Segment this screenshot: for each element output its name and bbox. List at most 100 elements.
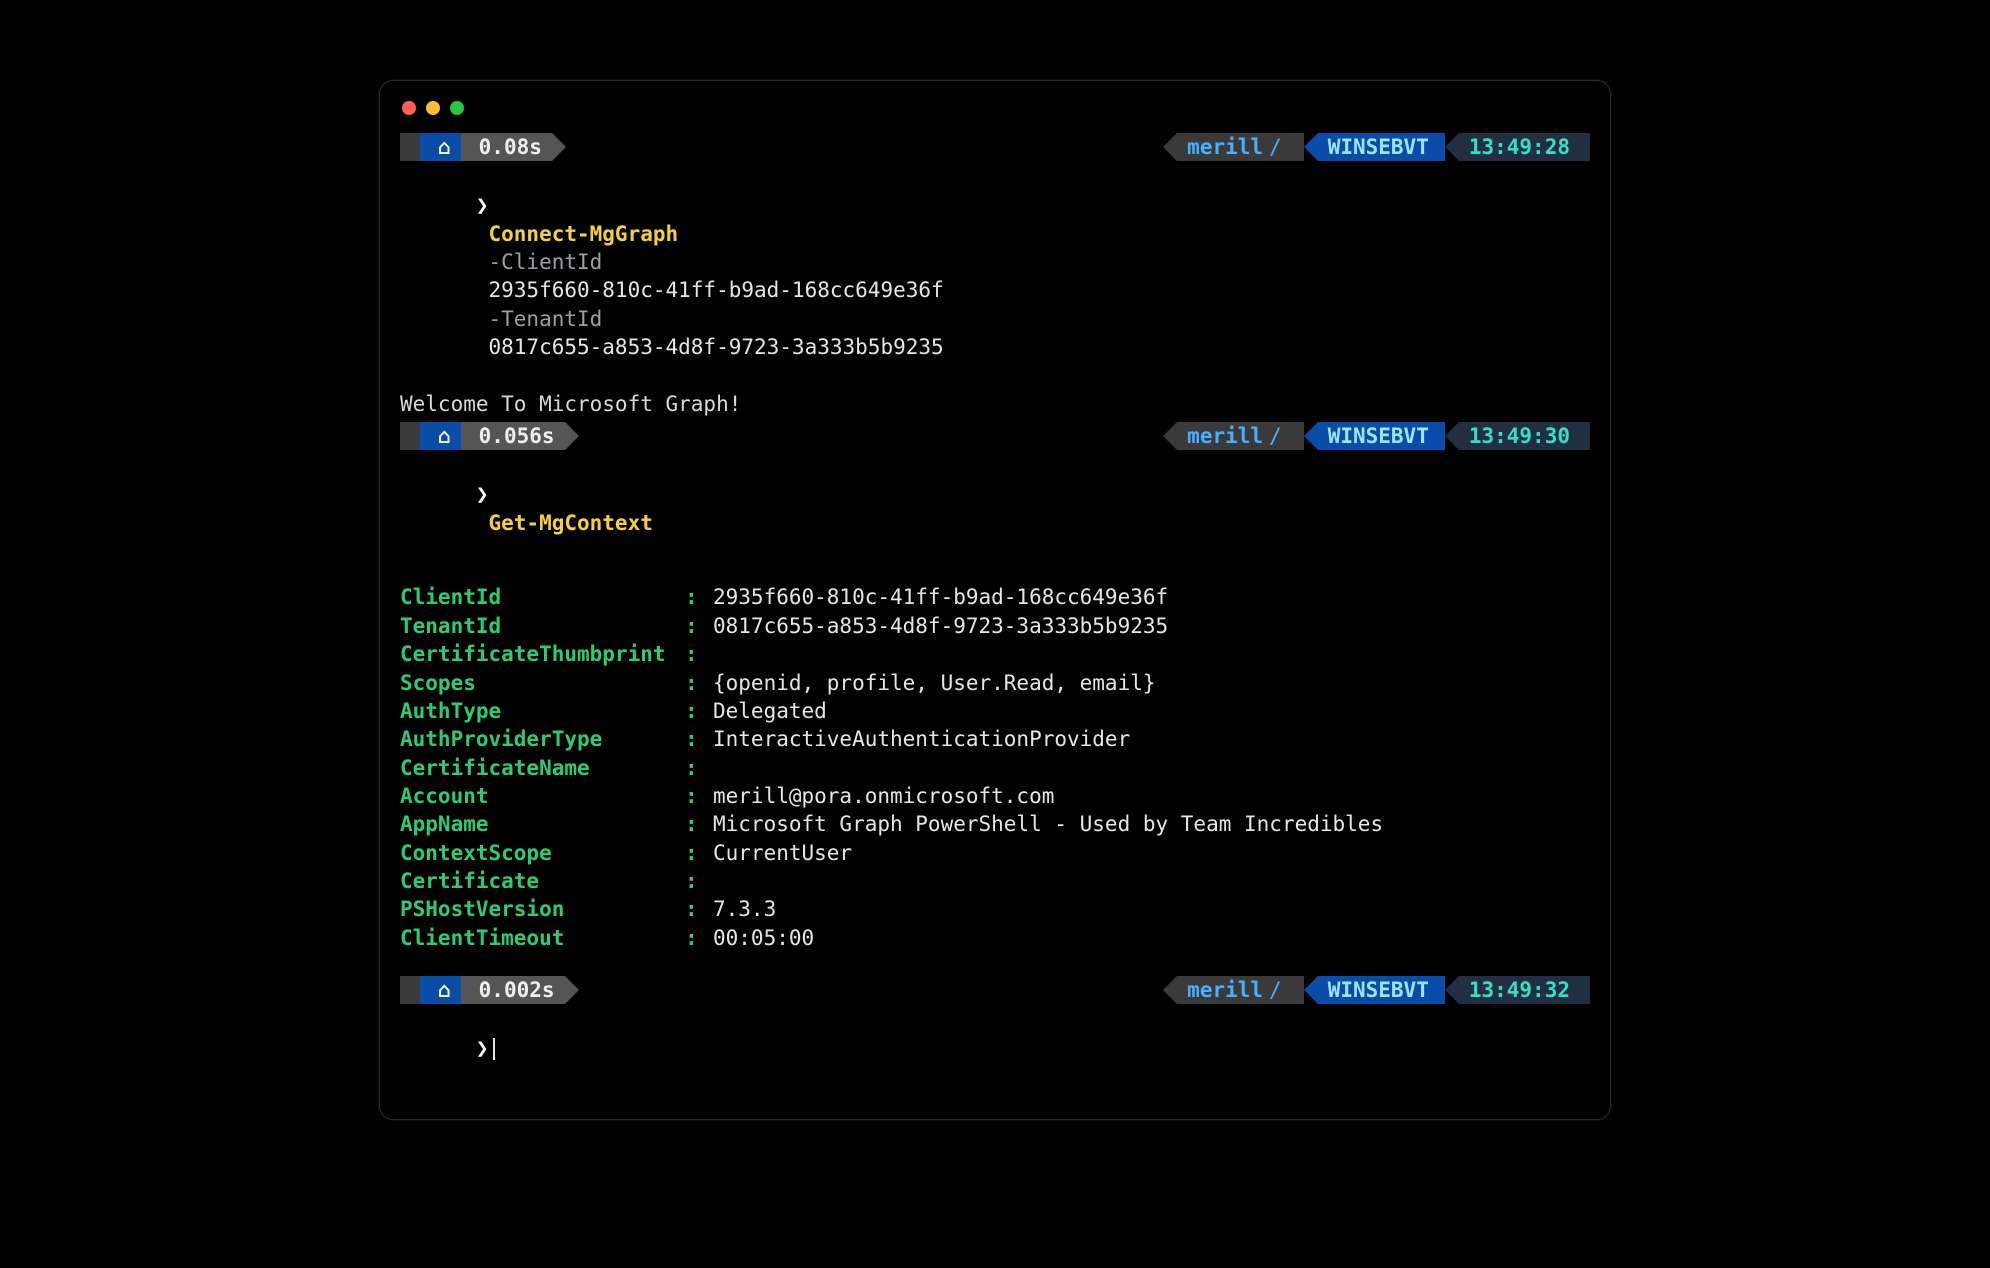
context-row: ClientId:2935f660-810c-41ff-b9ad-168cc64… <box>400 583 1590 611</box>
terminal-window[interactable]: ⌂ 0.08s merill / WINSEBVT 13:49:28 ❯ Con… <box>379 80 1611 1120</box>
command-arg: 2935f660-810c-41ff-b9ad-168cc649e36f <box>476 278 944 302</box>
context-key: ClientId <box>400 583 685 611</box>
command-flag: -ClientId <box>476 250 602 274</box>
os-segment <box>400 976 420 1004</box>
duration-segment: 0.056s <box>461 422 565 450</box>
command-line[interactable]: ❯ Connect-MgGraph -ClientId 2935f660-810… <box>400 163 1590 390</box>
home-icon: ⌂ <box>438 976 451 1004</box>
context-row: AppName:Microsoft Graph PowerShell - Use… <box>400 810 1590 838</box>
command-name: Connect-MgGraph <box>476 222 678 246</box>
user-host-sep: / <box>1263 976 1288 1004</box>
context-key: ContextScope <box>400 839 685 867</box>
zoom-icon[interactable] <box>450 101 464 115</box>
context-colon: : <box>685 895 713 923</box>
command-duration: 0.002s <box>479 976 555 1004</box>
context-value: CurrentUser <box>713 839 852 867</box>
context-row: CertificateName: <box>400 754 1590 782</box>
context-colon: : <box>685 669 713 697</box>
context-row: Account:merill@pora.onmicrosoft.com <box>400 782 1590 810</box>
context-row: AuthProviderType:InteractiveAuthenticati… <box>400 725 1590 753</box>
context-row: Certificate: <box>400 867 1590 895</box>
home-icon: ⌂ <box>438 422 451 450</box>
context-colon: : <box>685 810 713 838</box>
context-row: Scopes:{openid, profile, User.Read, emai… <box>400 669 1590 697</box>
context-colon: : <box>685 924 713 952</box>
clock-time: 13:49:30 <box>1469 422 1570 450</box>
home-segment: ⌂ <box>420 133 461 161</box>
home-segment: ⌂ <box>420 422 461 450</box>
context-colon: : <box>685 867 713 895</box>
window-controls <box>400 99 1590 129</box>
context-key: ClientTimeout <box>400 924 685 952</box>
command-arg: 0817c655-a853-4d8f-9723-3a333b5b9235 <box>476 335 944 359</box>
clock-time: 13:49:32 <box>1469 976 1570 1004</box>
close-icon[interactable] <box>402 101 416 115</box>
context-row: ContextScope:CurrentUser <box>400 839 1590 867</box>
context-key: AuthType <box>400 697 685 725</box>
os-segment <box>400 422 420 450</box>
user-host-sep: / <box>1263 133 1288 161</box>
context-value: 00:05:00 <box>713 924 814 952</box>
context-row: PSHostVersion:7.3.3 <box>400 895 1590 923</box>
context-key: AuthProviderType <box>400 725 685 753</box>
user-segment: merill / <box>1177 422 1304 450</box>
command-duration: 0.056s <box>479 422 555 450</box>
context-key: TenantId <box>400 612 685 640</box>
context-colon: : <box>685 725 713 753</box>
context-key: AppName <box>400 810 685 838</box>
minimize-icon[interactable] <box>426 101 440 115</box>
duration-segment: 0.08s <box>461 133 552 161</box>
clock-segment: 13:49:30 <box>1459 422 1590 450</box>
username: merill <box>1187 976 1263 1004</box>
username: merill <box>1187 133 1263 161</box>
prompt-left: ⌂ 0.08s <box>400 133 552 161</box>
hostname: WINSEBVT <box>1328 422 1429 450</box>
context-value: InteractiveAuthenticationProvider <box>713 725 1130 753</box>
context-value: 0817c655-a853-4d8f-9723-3a333b5b9235 <box>713 612 1168 640</box>
context-row: TenantId:0817c655-a853-4d8f-9723-3a333b5… <box>400 612 1590 640</box>
context-value: Microsoft Graph PowerShell - Used by Tea… <box>713 810 1383 838</box>
prompt-right: merill / WINSEBVT 13:49:32 <box>1163 976 1590 1004</box>
prompt-row: ⌂ 0.056s merill / WINSEBVT 13:49:30 <box>400 422 1590 450</box>
prompt-left: ⌂ 0.056s <box>400 422 565 450</box>
context-value: 7.3.3 <box>713 895 776 923</box>
command-flag: -TenantId <box>476 307 602 331</box>
context-colon: : <box>685 583 713 611</box>
hostname: WINSEBVT <box>1328 976 1429 1004</box>
context-colon: : <box>685 782 713 810</box>
host-segment: WINSEBVT <box>1318 422 1445 450</box>
command-name: Get-MgContext <box>476 511 653 535</box>
home-segment: ⌂ <box>420 976 461 1004</box>
username: merill <box>1187 422 1263 450</box>
duration-segment: 0.002s <box>461 976 565 1004</box>
user-host-sep: / <box>1263 422 1288 450</box>
prompt-chevron-icon: ❯ <box>476 482 489 506</box>
context-output: ClientId:2935f660-810c-41ff-b9ad-168cc64… <box>400 583 1590 951</box>
command-line[interactable]: ❯ <box>400 1006 1590 1091</box>
command-line[interactable]: ❯ Get-MgContext <box>400 452 1590 565</box>
prompt-left: ⌂ 0.002s <box>400 976 565 1004</box>
context-key: Certificate <box>400 867 685 895</box>
clock-segment: 13:49:32 <box>1459 976 1590 1004</box>
clock-time: 13:49:28 <box>1469 133 1570 161</box>
user-segment: merill / <box>1177 976 1304 1004</box>
context-key: PSHostVersion <box>400 895 685 923</box>
hostname: WINSEBVT <box>1328 133 1429 161</box>
prompt-right: merill / WINSEBVT 13:49:28 <box>1163 133 1590 161</box>
context-colon: : <box>685 640 713 668</box>
context-key: Scopes <box>400 669 685 697</box>
cursor-icon <box>493 1038 495 1060</box>
clock-segment: 13:49:28 <box>1459 133 1590 161</box>
prompt-chevron-icon: ❯ <box>476 193 489 217</box>
context-value: 2935f660-810c-41ff-b9ad-168cc649e36f <box>713 583 1168 611</box>
context-colon: : <box>685 754 713 782</box>
context-colon: : <box>685 839 713 867</box>
os-segment <box>400 133 420 161</box>
context-row: ClientTimeout:00:05:00 <box>400 924 1590 952</box>
context-key: CertificateName <box>400 754 685 782</box>
prompt-chevron-icon: ❯ <box>476 1036 489 1060</box>
context-value: Delegated <box>713 697 827 725</box>
command-duration: 0.08s <box>479 133 542 161</box>
context-value: {openid, profile, User.Read, email} <box>713 669 1156 697</box>
context-colon: : <box>685 697 713 725</box>
